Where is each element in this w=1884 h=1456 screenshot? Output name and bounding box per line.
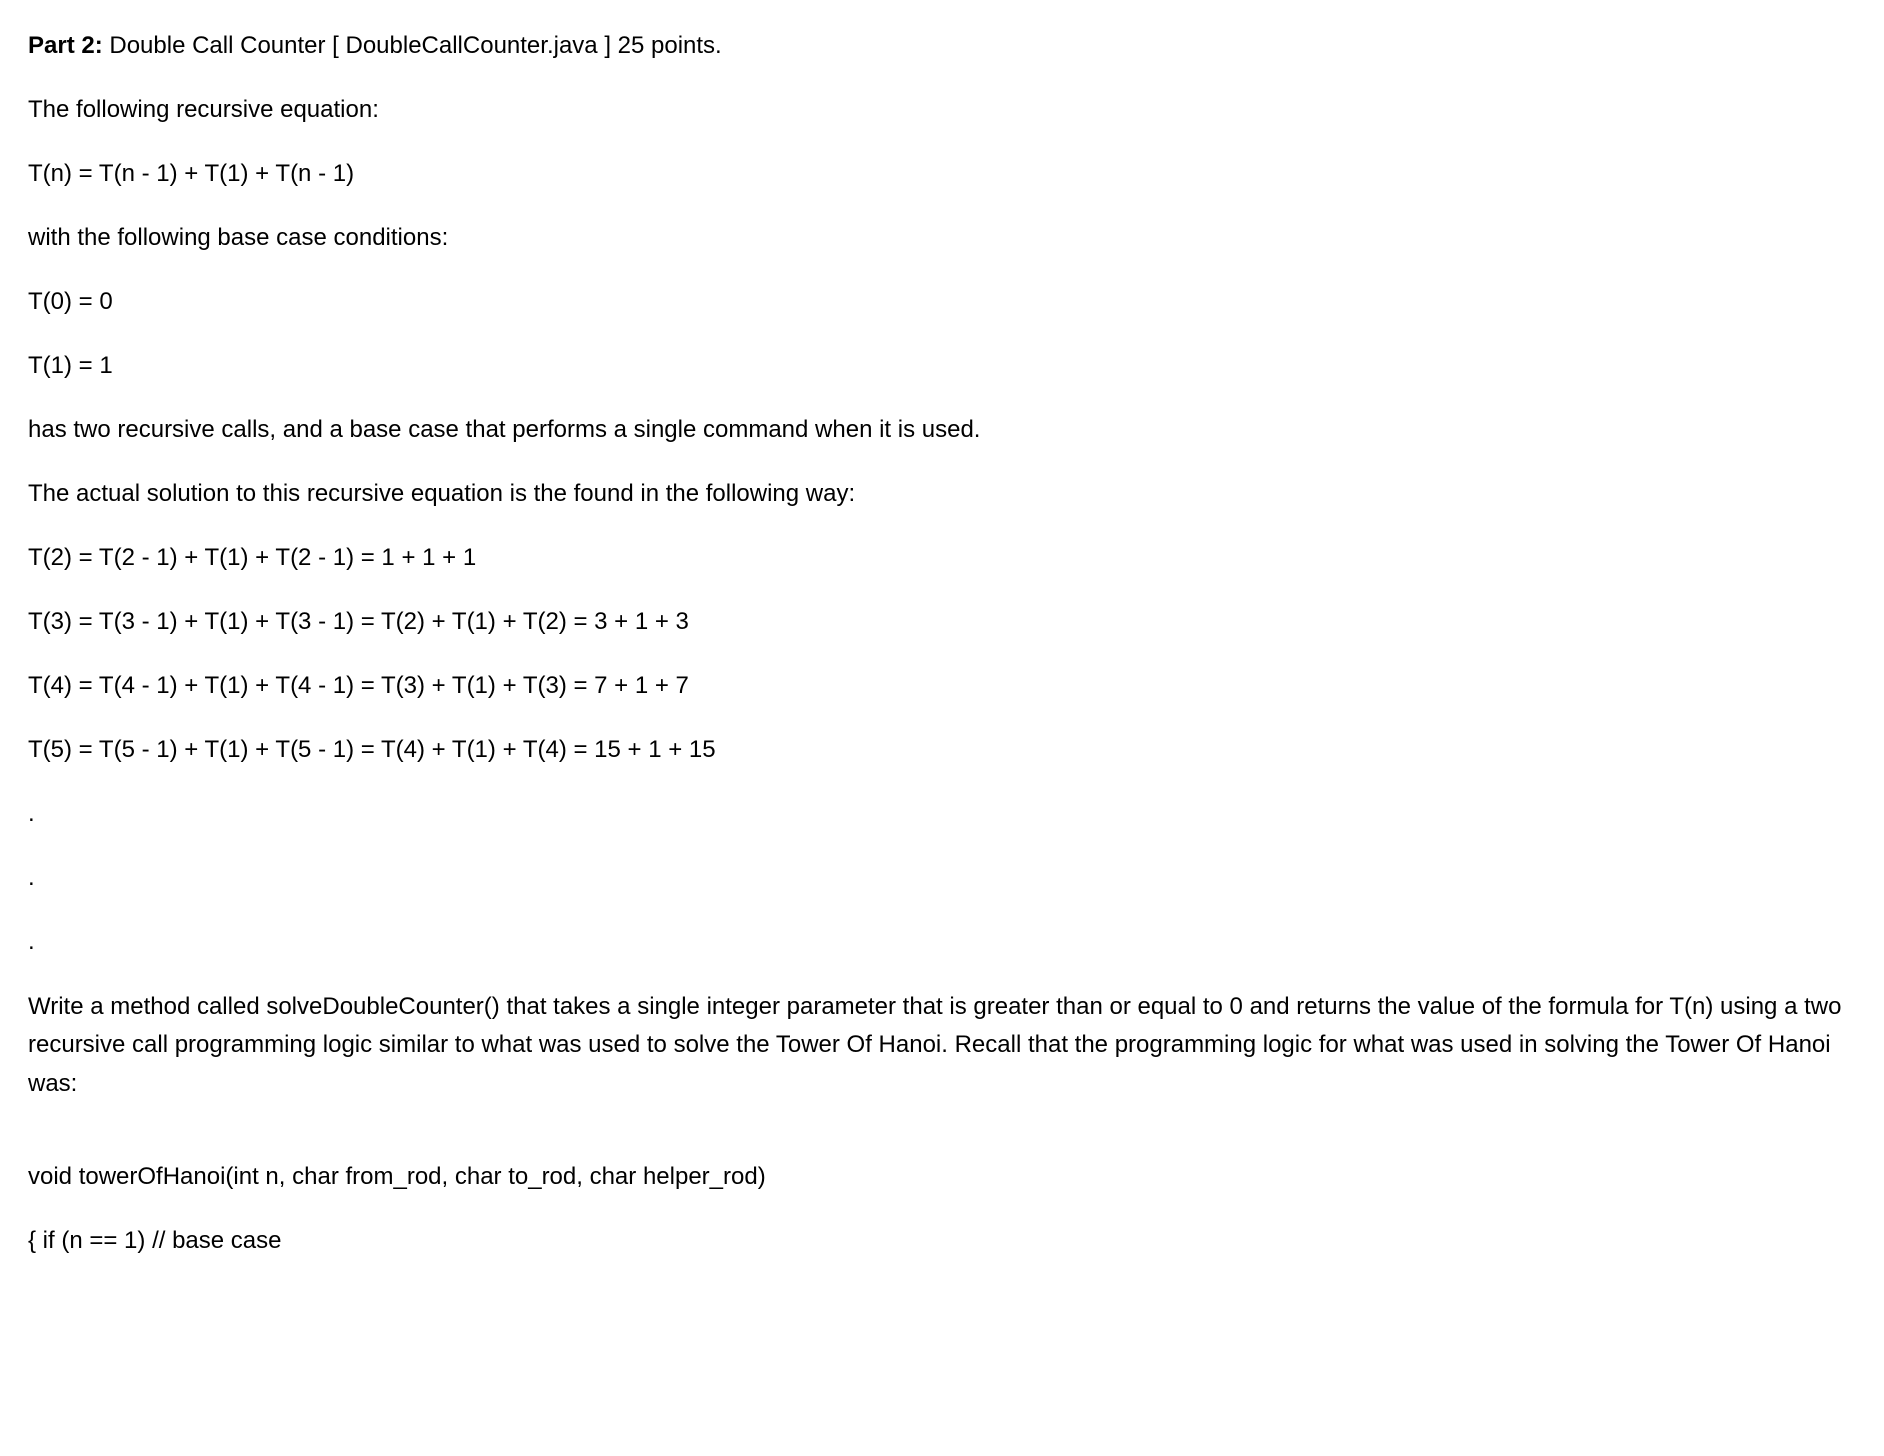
code-signature: void towerOfHanoi(int n, char from_rod, … xyxy=(28,1159,1856,1195)
t5-expansion: T(5) = T(5 - 1) + T(1) + T(5 - 1) = T(4)… xyxy=(28,732,1856,768)
part-label: Part 2: xyxy=(28,32,103,59)
ellipsis-dot-3: . xyxy=(28,924,1856,960)
code-body: { if (n == 1) // base case xyxy=(28,1223,1856,1259)
intro-text: The following recursive equation: xyxy=(28,92,1856,128)
ellipsis-dot-2: . xyxy=(28,860,1856,896)
base-case-intro: with the following base case conditions: xyxy=(28,220,1856,256)
t2-expansion: T(2) = T(2 - 1) + T(1) + T(2 - 1) = 1 + … xyxy=(28,540,1856,576)
description-text: has two recursive calls, and a base case… xyxy=(28,412,1856,448)
solution-intro: The actual solution to this recursive eq… xyxy=(28,476,1856,512)
task-description: Write a method called solveDoubleCounter… xyxy=(28,988,1848,1103)
t3-expansion: T(3) = T(3 - 1) + T(1) + T(3 - 1) = T(2)… xyxy=(28,604,1856,640)
base-case-0: T(0) = 0 xyxy=(28,284,1856,320)
ellipsis-dot-1: . xyxy=(28,796,1856,832)
part-title: Double Call Counter [ DoubleCallCounter.… xyxy=(103,32,722,59)
part-header: Part 2: Double Call Counter [ DoubleCall… xyxy=(28,28,1856,64)
t4-expansion: T(4) = T(4 - 1) + T(1) + T(4 - 1) = T(3)… xyxy=(28,668,1856,704)
recursive-equation: T(n) = T(n - 1) + T(1) + T(n - 1) xyxy=(28,156,1856,192)
base-case-1: T(1) = 1 xyxy=(28,348,1856,384)
spacer xyxy=(28,1131,1856,1159)
